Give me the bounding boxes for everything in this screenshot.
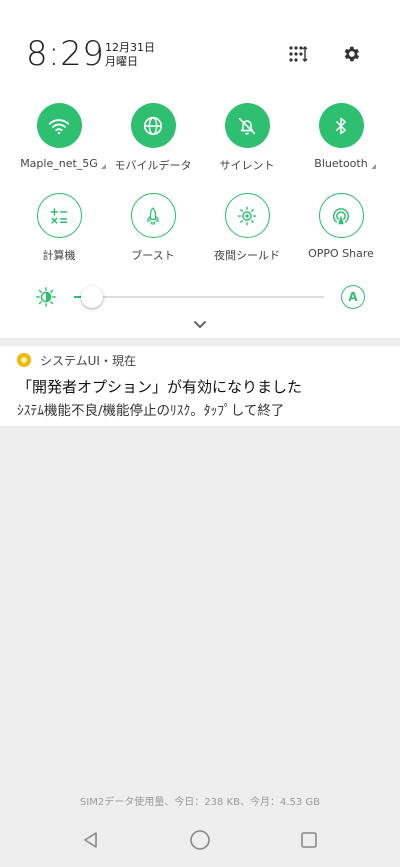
- tile-calculator-label: 計算機: [42, 249, 76, 262]
- settings-button[interactable]: [339, 42, 363, 66]
- notification-body: ｼｽﾃﾑ機能不良/機能停止のﾘｽｸ。ﾀｯﾌﾟして終了: [17, 403, 285, 419]
- bell-mute-icon: [238, 117, 256, 135]
- tile-calculator-button[interactable]: [36, 193, 82, 238]
- back-triangle-icon: [84, 832, 97, 848]
- brightness-icon: [36, 287, 56, 307]
- tile-night-shield[interactable]: 夜間シールド: [199, 193, 295, 263]
- tile-wifi-label: Maple_net_5G: [20, 157, 106, 170]
- globe-icon: [143, 116, 163, 135]
- tile-night-shield-label: 夜間シールド: [214, 249, 280, 262]
- tile-wifi[interactable]: Maple_net_5G: [11, 103, 107, 170]
- tile-oppo-share-label: OPPO Share: [308, 247, 374, 260]
- date[interactable]: 12月31日 月曜日: [105, 41, 155, 69]
- clock[interactable]: 8:29: [26, 34, 104, 74]
- grid-sort-icon: [289, 46, 308, 62]
- tile-bluetooth-label: Bluetooth: [314, 157, 376, 170]
- tile-wifi-button[interactable]: [36, 103, 82, 148]
- navigation-bar: [0, 814, 400, 867]
- notification-app-name: システムUI・現在: [40, 354, 136, 368]
- tile-bluetooth[interactable]: Bluetooth: [293, 103, 389, 170]
- brightness-slider[interactable]: [74, 286, 324, 308]
- back-button[interactable]: [79, 828, 103, 852]
- collapse-panel-button[interactable]: [190, 317, 210, 333]
- share-target-icon: [332, 207, 350, 224]
- auto-brightness-button[interactable]: A: [341, 285, 365, 309]
- edit-tiles-button[interactable]: [286, 42, 310, 66]
- home-circle-icon: [190, 830, 210, 850]
- calculator-icon: [50, 207, 68, 224]
- tile-bluetooth-button[interactable]: [318, 103, 364, 148]
- data-usage-text: SIM2データ使用量、今日：238 KB、今月：4.53 GB: [79, 797, 321, 808]
- gear-icon: [344, 46, 360, 62]
- tile-silent[interactable]: サイレント: [199, 103, 295, 173]
- home-button[interactable]: [188, 828, 212, 852]
- rocket-icon: [147, 206, 159, 225]
- tile-mobile-data-button[interactable]: [130, 103, 176, 148]
- tile-boost-button[interactable]: [130, 193, 176, 238]
- tile-mobile-data-label: モバイルデータ: [114, 159, 192, 172]
- tile-oppo-share[interactable]: OPPO Share: [293, 193, 389, 260]
- wifi-icon: [48, 118, 70, 134]
- date-day: 12月31日: [105, 41, 155, 54]
- chevron-down-icon: [194, 321, 206, 328]
- tile-silent-label: サイレント: [219, 159, 275, 172]
- recents-button[interactable]: [297, 828, 321, 852]
- tile-oppo-share-button[interactable]: [318, 193, 364, 238]
- brightness-row: A: [0, 284, 400, 312]
- tile-mobile-data[interactable]: モバイルデータ: [105, 103, 201, 173]
- brightness-slider-thumb[interactable]: [81, 286, 103, 308]
- system-ui-app-icon: [17, 353, 31, 367]
- date-weekday: 月曜日: [105, 55, 138, 68]
- bluetooth-menu-indicator: [370, 164, 376, 169]
- tile-boost-label: ブースト: [131, 249, 175, 262]
- bluetooth-icon: [336, 117, 346, 134]
- quick-settings-panel: 8:29 12月31日 月曜日 Maple_net_5G モバイルデータ サイレ…: [0, 0, 400, 338]
- eye-sun-icon: [237, 206, 257, 225]
- tile-calculator[interactable]: 計算機: [11, 193, 107, 263]
- tile-boost[interactable]: ブースト: [105, 193, 201, 263]
- notification-title: 「開発者オプション」が有効になりました: [17, 378, 303, 396]
- recents-square-icon: [301, 832, 317, 848]
- notification-card[interactable]: システムUI・現在 「開発者オプション」が有効になりました ｼｽﾃﾑ機能不良/機…: [0, 346, 400, 426]
- tile-night-shield-button[interactable]: [224, 193, 270, 238]
- tile-silent-button[interactable]: [224, 103, 270, 148]
